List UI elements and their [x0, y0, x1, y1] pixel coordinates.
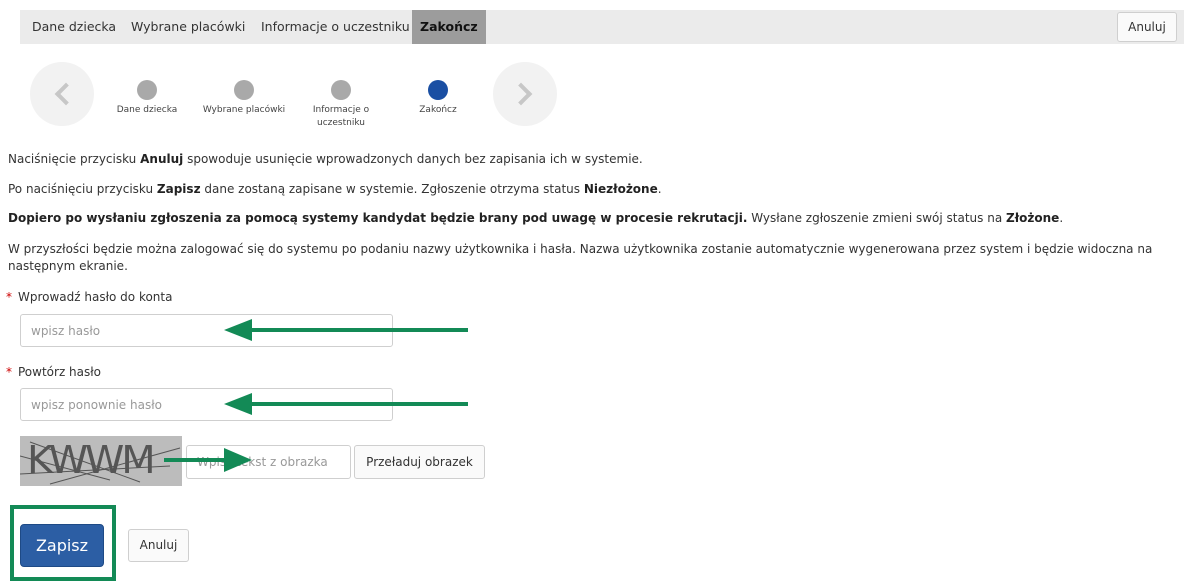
save-button[interactable]: Zapisz — [20, 524, 104, 567]
step-dot-dane-dziecka[interactable] — [137, 80, 157, 100]
info-login-text: W przyszłości będzie można zalogować się… — [8, 242, 1153, 273]
info-submit-text: Dopiero po wysłaniu zgłoszenia za pomocą… — [8, 211, 1064, 225]
step-dot-zakoncz[interactable] — [428, 80, 448, 100]
repeat-password-label: * Powtórz hasło — [6, 365, 102, 379]
password-label: * Wprowadź hasło do konta — [6, 290, 173, 304]
info-cancel-text: Naciśnięcie przycisku Anuluj spowoduje u… — [8, 152, 643, 166]
step-dot-wybrane-placowki[interactable] — [234, 80, 254, 100]
tab-informacje-o-uczestniku[interactable]: Informacje o uczestniku — [261, 10, 410, 44]
wizard-tab-bar: Dane dziecka Wybrane placówki Informacje… — [20, 10, 1184, 44]
tab-wybrane-placowki[interactable]: Wybrane placówki — [131, 10, 245, 44]
step-label-informacje: Informacje o uczestniku — [312, 105, 370, 128]
annotation-arrow-captcha — [164, 448, 252, 472]
annotation-arrow-password — [224, 319, 468, 341]
step-label-dane-dziecka: Dane dziecka — [116, 105, 178, 115]
previous-step-button[interactable] — [30, 62, 94, 126]
info-save-text: Po naciśnięciu przycisku Zapisz dane zos… — [8, 182, 662, 196]
reload-captcha-button[interactable]: Przeładuj obrazek — [354, 445, 485, 479]
password-placeholder: wpisz hasło — [31, 323, 101, 338]
step-label-wybrane-placowki: Wybrane placówki — [202, 105, 286, 115]
captcha-image: KWWM — [20, 436, 182, 486]
repeat-password-placeholder: wpisz ponownie hasło — [31, 397, 162, 412]
required-mark: * — [6, 290, 12, 304]
cancel-button[interactable]: Anuluj — [128, 529, 189, 562]
tab-dane-dziecka[interactable]: Dane dziecka — [32, 10, 116, 44]
chevron-left-icon — [54, 82, 78, 106]
annotation-arrow-repeat — [224, 393, 468, 415]
step-label-zakoncz: Zakończ — [419, 105, 457, 115]
next-step-button[interactable] — [493, 62, 557, 126]
top-cancel-button[interactable]: Anuluj — [1117, 12, 1177, 42]
tab-zakoncz[interactable]: Zakończ — [412, 10, 486, 44]
captcha-text: KWWM — [27, 438, 156, 482]
step-dot-informacje[interactable] — [331, 80, 351, 100]
required-mark: * — [6, 365, 12, 379]
chevron-right-icon — [509, 82, 533, 106]
